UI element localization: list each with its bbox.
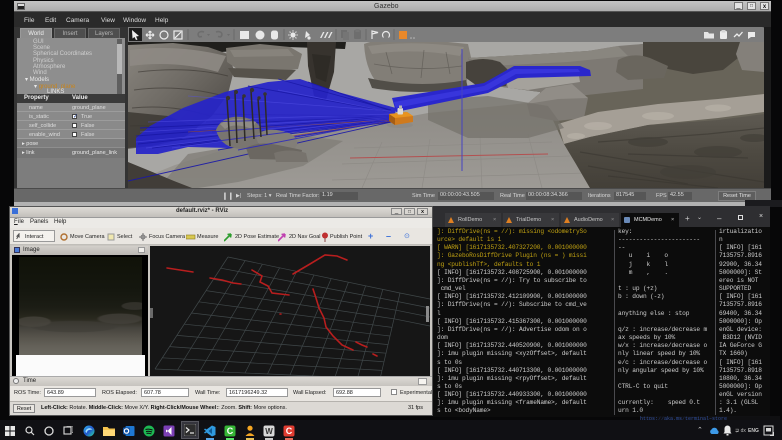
svg-text:C: C [286,426,293,436]
svg-text:C: C [227,426,234,436]
svg-text:W: W [265,427,273,436]
